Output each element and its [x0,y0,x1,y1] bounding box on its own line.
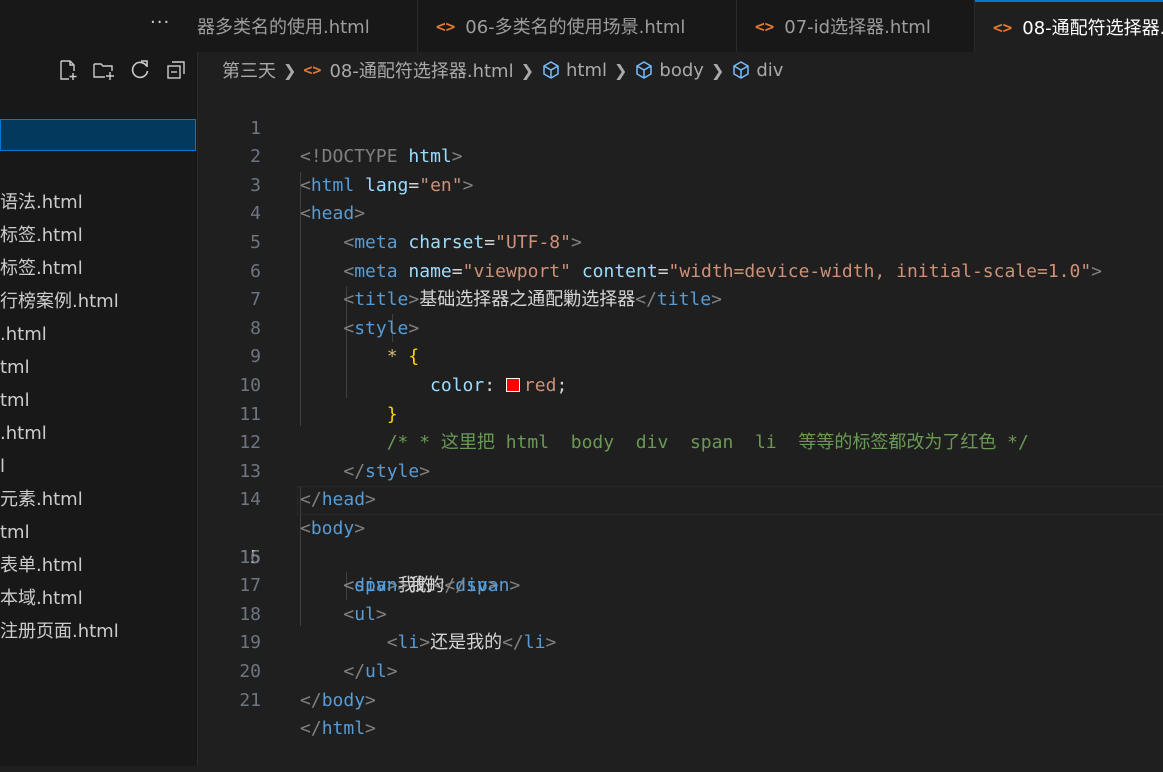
code-line: 11 /* * 这里把 html body div span li 等等的标签都… [197,372,1163,454]
code-line: 7 <style> [197,258,1163,339]
code-line-current: 15 <div>我的</div> [197,486,1163,596]
code-line: 20 </body> [197,629,1163,711]
new-folder-icon[interactable] [90,58,118,82]
code-file-icon: <> [755,16,775,36]
cube-icon [731,60,751,80]
code-line: 4 <meta charset="UTF-8"> [197,172,1163,253]
token: > [365,718,376,740]
tab-id-selector[interactable]: <> 07-id选择器.html [737,0,975,52]
more-actions-icon[interactable]: ··· [150,12,170,33]
file-item[interactable]: 表单.html [0,549,197,582]
chevron-right-icon: ❯ [614,60,628,80]
breadcrumb-folder[interactable]: 第三天 [222,57,276,83]
file-item[interactable]: 标签.html [0,219,197,252]
selected-tree-item[interactable] [0,119,196,151]
chevron-right-icon: ❯ [710,60,725,80]
code-line: 19 </ul> [197,601,1163,682]
file-item[interactable]: tml [0,516,197,549]
current-line-highlight [297,486,1163,515]
editor-tabs: 器多类名的使用.html <> 06-多类名的使用场景.html <> 07-i… [197,0,1163,52]
refresh-icon[interactable] [126,58,154,82]
token: > [365,689,376,711]
breadcrumb-file[interactable]: 08-通配符选择器.html [329,57,513,83]
file-item[interactable]: tml [0,384,197,417]
cube-icon [634,60,654,80]
explorer-header: ··· [0,0,197,52]
code-line: 12 </style> [197,401,1163,482]
code-line: 18 <li>还是我的</li> [197,572,1163,654]
code-line: 5 <meta name="viewport" content="width=d… [197,200,1163,282]
code-line: 10 } [197,343,1163,425]
code-line: 14 <body> [197,458,1163,539]
tab-multi-class-scenario[interactable]: <> 06-多类名的使用场景.html [418,0,737,52]
code-line: 17 <ul> [197,544,1163,625]
code-file-icon: <> [303,61,322,79]
tab-label: 08-通配符选择器.html [1022,18,1163,39]
tab-label: 07-id选择器.html [784,17,931,38]
code-line: 8 * { [197,286,1163,368]
token: </ [300,718,322,740]
line-content: </html> [300,715,376,744]
code-file-icon: <> [436,16,456,36]
code-file-icon: <> [993,17,1013,37]
code-line: 16 <span>我的</span> [197,515,1163,597]
cube-icon [541,60,561,80]
breadcrumb-node-html[interactable]: html [566,60,607,81]
code-line: 21 </html> [197,658,1163,740]
file-list: 语法.html 标签.html 标签.html 行榜案例.html .html … [0,186,197,648]
tab-wildcard-selector[interactable]: <> 08-通配符选择器.html [975,0,1163,52]
new-file-icon[interactable] [54,58,82,82]
file-item[interactable]: 元素.html [0,483,197,516]
collapse-all-icon[interactable] [162,58,190,82]
code-line: 9 color: red; [197,315,1163,396]
token: body [321,689,366,711]
breadcrumb-node-body[interactable]: body [659,60,704,81]
explorer-sidebar: ··· 语法.html 标签.html 标签.html 行榜案例.html .h… [0,0,198,766]
code-line: 1 <!DOCTYPE html> [197,86,1163,168]
file-item[interactable]: 本域.html [0,582,197,615]
line-content: </body> [300,687,376,716]
code-line: 6 <title>基础选择器之通配勦选择器</title> [197,229,1163,311]
breadcrumb: 第三天 ❯ <> 08-通配符选择器.html ❯ html ❯ body ❯ … [222,56,783,84]
file-item[interactable]: 标签.html [0,252,197,285]
tab-label: 06-多类名的使用场景.html [465,17,686,38]
line-number: 21 [239,689,261,711]
chevron-right-icon: ❯ [520,60,534,80]
code-editor[interactable]: 1 <!DOCTYPE html> 2 <html lang="en"> 3 <… [197,86,1163,766]
token: html [321,718,366,740]
explorer-actions [54,58,190,82]
file-item[interactable]: 行榜案例.html [0,285,197,318]
file-item[interactable]: .html [0,417,197,450]
chevron-right-icon: ❯ [283,60,297,80]
file-item[interactable]: l [0,450,197,483]
file-item[interactable]: 注册页面.html [0,615,197,648]
code-line: 3 <head> [197,143,1163,225]
token: </ [300,689,322,711]
tab-label: 器多类名的使用.html [197,17,370,38]
code-line: 13 </head> [197,429,1163,511]
file-item[interactable]: 语法.html [0,186,197,219]
breadcrumb-node-div[interactable]: div [756,60,783,81]
file-item[interactable]: tml [0,351,197,384]
code-line: 2 <html lang="en"> [197,115,1163,196]
file-item[interactable]: .html [0,318,197,351]
tab-multi-class-usage[interactable]: 器多类名的使用.html [197,0,418,52]
